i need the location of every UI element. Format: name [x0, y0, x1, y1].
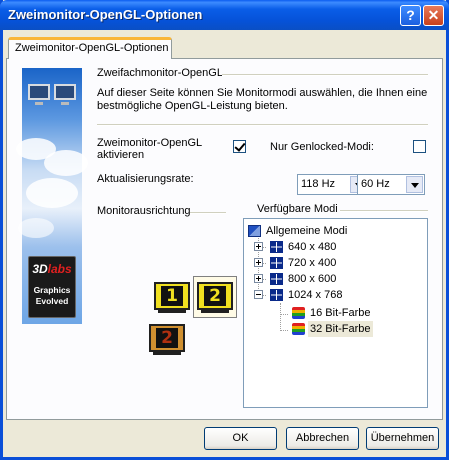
help-button[interactable]: ?	[400, 5, 421, 26]
monitor-icon	[28, 84, 50, 105]
monitor-stand	[201, 310, 229, 313]
apply-button[interactable]: Übernehmen	[366, 427, 439, 450]
tree-item-label-selected: 32 Bit-Farbe	[308, 321, 373, 337]
tree-line	[280, 314, 288, 315]
tree-item-label: 1024 x 768	[288, 289, 343, 301]
modes-label: Verfügbare Modi	[257, 203, 338, 215]
expand-icon[interactable]	[254, 242, 263, 251]
monitor-stand	[158, 310, 186, 313]
monitor-icon	[54, 84, 76, 105]
divider	[190, 212, 226, 214]
folder-icon	[248, 225, 261, 237]
description-line-2: bestmögliche OpenGL-Leistung bieten.	[97, 100, 288, 112]
tree-item-label: 16 Bit-Farbe	[310, 307, 371, 319]
monitor-1-number: 1	[161, 286, 183, 306]
expand-icon[interactable]	[254, 258, 263, 267]
refresh-rate-label: Aktualisierungsrate:	[97, 173, 194, 185]
genlocked-checkbox[interactable]	[413, 140, 426, 153]
3dlabs-logo: 3Dlabs Graphics Evolved	[28, 256, 76, 318]
ok-button[interactable]: OK	[204, 427, 277, 450]
refresh-rate-value-1: 118 Hz	[301, 178, 336, 190]
orientation-label: Monitorausrichtung	[97, 205, 191, 217]
logo-text-italic: labs	[47, 262, 72, 276]
tree-item-label: 720 x 400	[288, 257, 337, 269]
close-button[interactable]: ✕	[423, 5, 444, 26]
refresh-rate-value-2: 60 Hz	[361, 178, 390, 190]
tree-item-label: 800 x 600	[288, 273, 337, 285]
collapse-icon[interactable]	[254, 290, 263, 299]
title-bar[interactable]: Zweimonitor-OpenGL-Optionen ? ✕	[0, 0, 449, 30]
window-title: Zweimonitor-OpenGL-Optionen	[8, 7, 203, 22]
tree-line	[280, 330, 288, 331]
resolution-icon	[270, 273, 283, 285]
enable-label: Zweimonitor-OpenGL	[97, 137, 203, 149]
chevron-down-icon[interactable]	[406, 176, 423, 193]
resolution-icon	[270, 257, 283, 269]
side-banner: 3Dlabs Graphics Evolved	[16, 68, 88, 324]
tree-item-label: 640 x 480	[288, 241, 337, 253]
logo-subtitle: Evolved	[35, 296, 69, 306]
tree-line	[280, 303, 281, 331]
enable-dual-monitor-checkbox[interactable]	[233, 140, 246, 153]
expand-icon[interactable]	[254, 274, 263, 283]
logo-subtitle: Graphics	[33, 285, 71, 295]
enable-label: aktivieren	[97, 149, 145, 161]
color-depth-icon	[292, 323, 305, 335]
cancel-button[interactable]: Abbrechen	[286, 427, 359, 450]
resolution-icon	[270, 241, 283, 253]
divider	[97, 124, 428, 126]
monitor-2-number: 2	[204, 286, 226, 306]
divider	[222, 74, 428, 76]
section-heading: Zweifachmonitor-OpenGL	[97, 67, 223, 79]
tree-root-label: Allgemeine Modi	[266, 225, 348, 237]
description-line-1: Auf dieser Seite können Sie Monitormodi …	[97, 87, 428, 99]
resolution-icon	[270, 289, 283, 301]
logo-text: 3D	[32, 262, 48, 276]
monitor-3-tile[interactable]: 2	[149, 324, 185, 352]
modes-tree[interactable]: Allgemeine Modi 640 x 480 720 x 400 800 …	[243, 218, 428, 408]
monitor-3-number: 2	[156, 328, 178, 348]
monitor-1-tile[interactable]: 1	[154, 282, 190, 310]
monitor-stand	[153, 352, 181, 355]
tab-dual-monitor-options[interactable]: Zweimonitor-OpenGL-Optionen	[8, 37, 172, 59]
refresh-rate-select-2[interactable]: 60 Hz	[357, 174, 425, 195]
color-depth-icon	[292, 307, 305, 319]
divider	[340, 210, 428, 212]
genlocked-label: Nur Genlocked-Modi:	[270, 141, 374, 153]
monitor-2-tile[interactable]: 2	[197, 282, 233, 310]
